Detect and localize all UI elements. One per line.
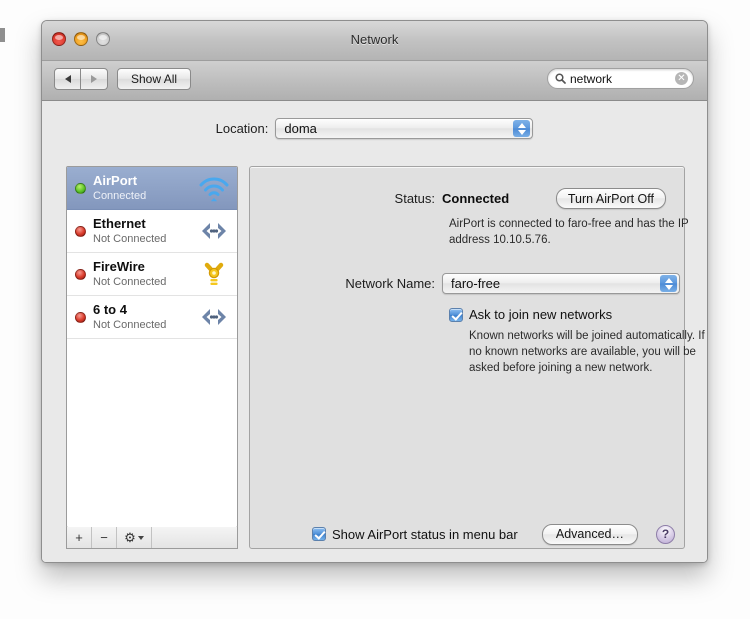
airport-settings-panel: Status: Connected Turn AirPort Off AirPo…	[249, 166, 705, 549]
service-status: Not Connected	[93, 275, 167, 288]
service-name: 6 to 4	[93, 301, 127, 317]
gear-icon: ⚙	[124, 529, 136, 545]
preferences-body: Location: doma AirPort Connected Etherne…	[42, 101, 707, 562]
chevron-updown-icon	[660, 275, 677, 292]
service-row-6to4[interactable]: 6 to 4 Not Connected	[67, 296, 237, 339]
search-input[interactable]: network	[566, 72, 675, 86]
ask-to-join-description: Known networks will be joined automatica…	[469, 330, 705, 374]
back-button[interactable]	[54, 68, 81, 90]
turn-airport-off-button[interactable]: Turn AirPort Off	[555, 188, 666, 209]
window-toolbar: Show All network ✕	[42, 61, 707, 101]
chevron-down-icon	[137, 535, 144, 540]
add-service-button[interactable]: +	[67, 527, 92, 548]
service-status: Not Connected	[93, 318, 167, 331]
network-name-value: faro-free	[451, 276, 501, 291]
desktop-background: Network Show All network ✕ Location: dom…	[0, 0, 750, 619]
location-popup-button[interactable]: doma	[275, 118, 534, 139]
ethernet-icon	[197, 302, 231, 332]
service-name: AirPort	[93, 172, 138, 188]
clear-icon[interactable]: ✕	[675, 72, 688, 85]
navigation-buttons	[54, 68, 108, 90]
triangle-right-icon	[91, 75, 97, 83]
firewire-icon	[197, 259, 231, 289]
search-field[interactable]: network ✕	[547, 68, 694, 89]
status-indicator-red	[75, 268, 86, 280]
service-status: Connected	[93, 189, 147, 202]
airport-wifi-icon	[197, 173, 231, 203]
service-row-airport[interactable]: AirPort Connected	[67, 167, 237, 210]
status-row: Status: Connected Turn AirPort Off	[250, 188, 684, 209]
show-all-button[interactable]: Show All	[117, 68, 192, 90]
status-value: Connected	[442, 191, 510, 206]
network-services-list[interactable]: AirPort Connected Ethernet Not Connected…	[66, 166, 238, 528]
show-menubar-label: Show AirPort status in menu bar	[332, 526, 518, 542]
service-status: Not Connected	[93, 232, 167, 245]
service-row-ethernet[interactable]: Ethernet Not Connected	[67, 210, 237, 253]
advanced-button[interactable]: Advanced…	[541, 523, 638, 545]
network-preferences-window: Network Show All network ✕ Location: dom…	[41, 20, 708, 563]
forward-button[interactable]	[81, 68, 108, 90]
status-indicator-red	[75, 311, 86, 323]
screen-edge-artifact	[0, 28, 5, 42]
network-name-row: Network Name: faro-free	[250, 273, 684, 294]
ask-to-join-checkbox-row[interactable]: Ask to join new networks	[449, 307, 612, 322]
help-button[interactable]: ?	[656, 524, 675, 544]
ask-to-join-checkbox[interactable]	[449, 307, 463, 322]
ask-to-join-label: Ask to join new networks	[469, 307, 613, 322]
window-title: Network	[350, 32, 399, 47]
turn-airport-off-label: Turn AirPort Off	[567, 191, 654, 206]
ethernet-icon	[197, 216, 231, 246]
remove-service-button[interactable]: −	[92, 527, 117, 548]
toolbar-filler	[152, 527, 237, 548]
search-icon	[555, 73, 566, 84]
service-row-firewire[interactable]: FireWire Not Connected	[67, 253, 237, 296]
show-menubar-checkbox-row[interactable]: Show AirPort status in menu bar	[312, 527, 518, 542]
status-label: Status:	[394, 191, 435, 206]
network-name-popup-button[interactable]: faro-free	[442, 273, 680, 294]
chevron-updown-icon	[513, 120, 531, 137]
show-menubar-checkbox[interactable]	[312, 527, 326, 541]
service-name: FireWire	[93, 258, 145, 274]
location-row: Location: doma	[42, 118, 707, 139]
service-name: Ethernet	[93, 215, 146, 231]
status-indicator-red	[75, 225, 86, 237]
show-all-label: Show All	[131, 72, 178, 86]
window-titlebar: Network	[42, 21, 707, 61]
triangle-left-icon	[64, 75, 71, 83]
location-label: Location:	[215, 121, 269, 136]
service-actions-menu-button[interactable]: ⚙	[117, 527, 152, 548]
status-description: AirPort is connected to faro-free and ha…	[449, 218, 689, 246]
status-indicator-green	[75, 182, 86, 194]
network-name-label: Network Name:	[345, 276, 435, 291]
location-value: doma	[284, 121, 317, 136]
service-list-toolbar: + − ⚙	[66, 527, 238, 549]
advanced-label: Advanced…	[555, 527, 624, 541]
